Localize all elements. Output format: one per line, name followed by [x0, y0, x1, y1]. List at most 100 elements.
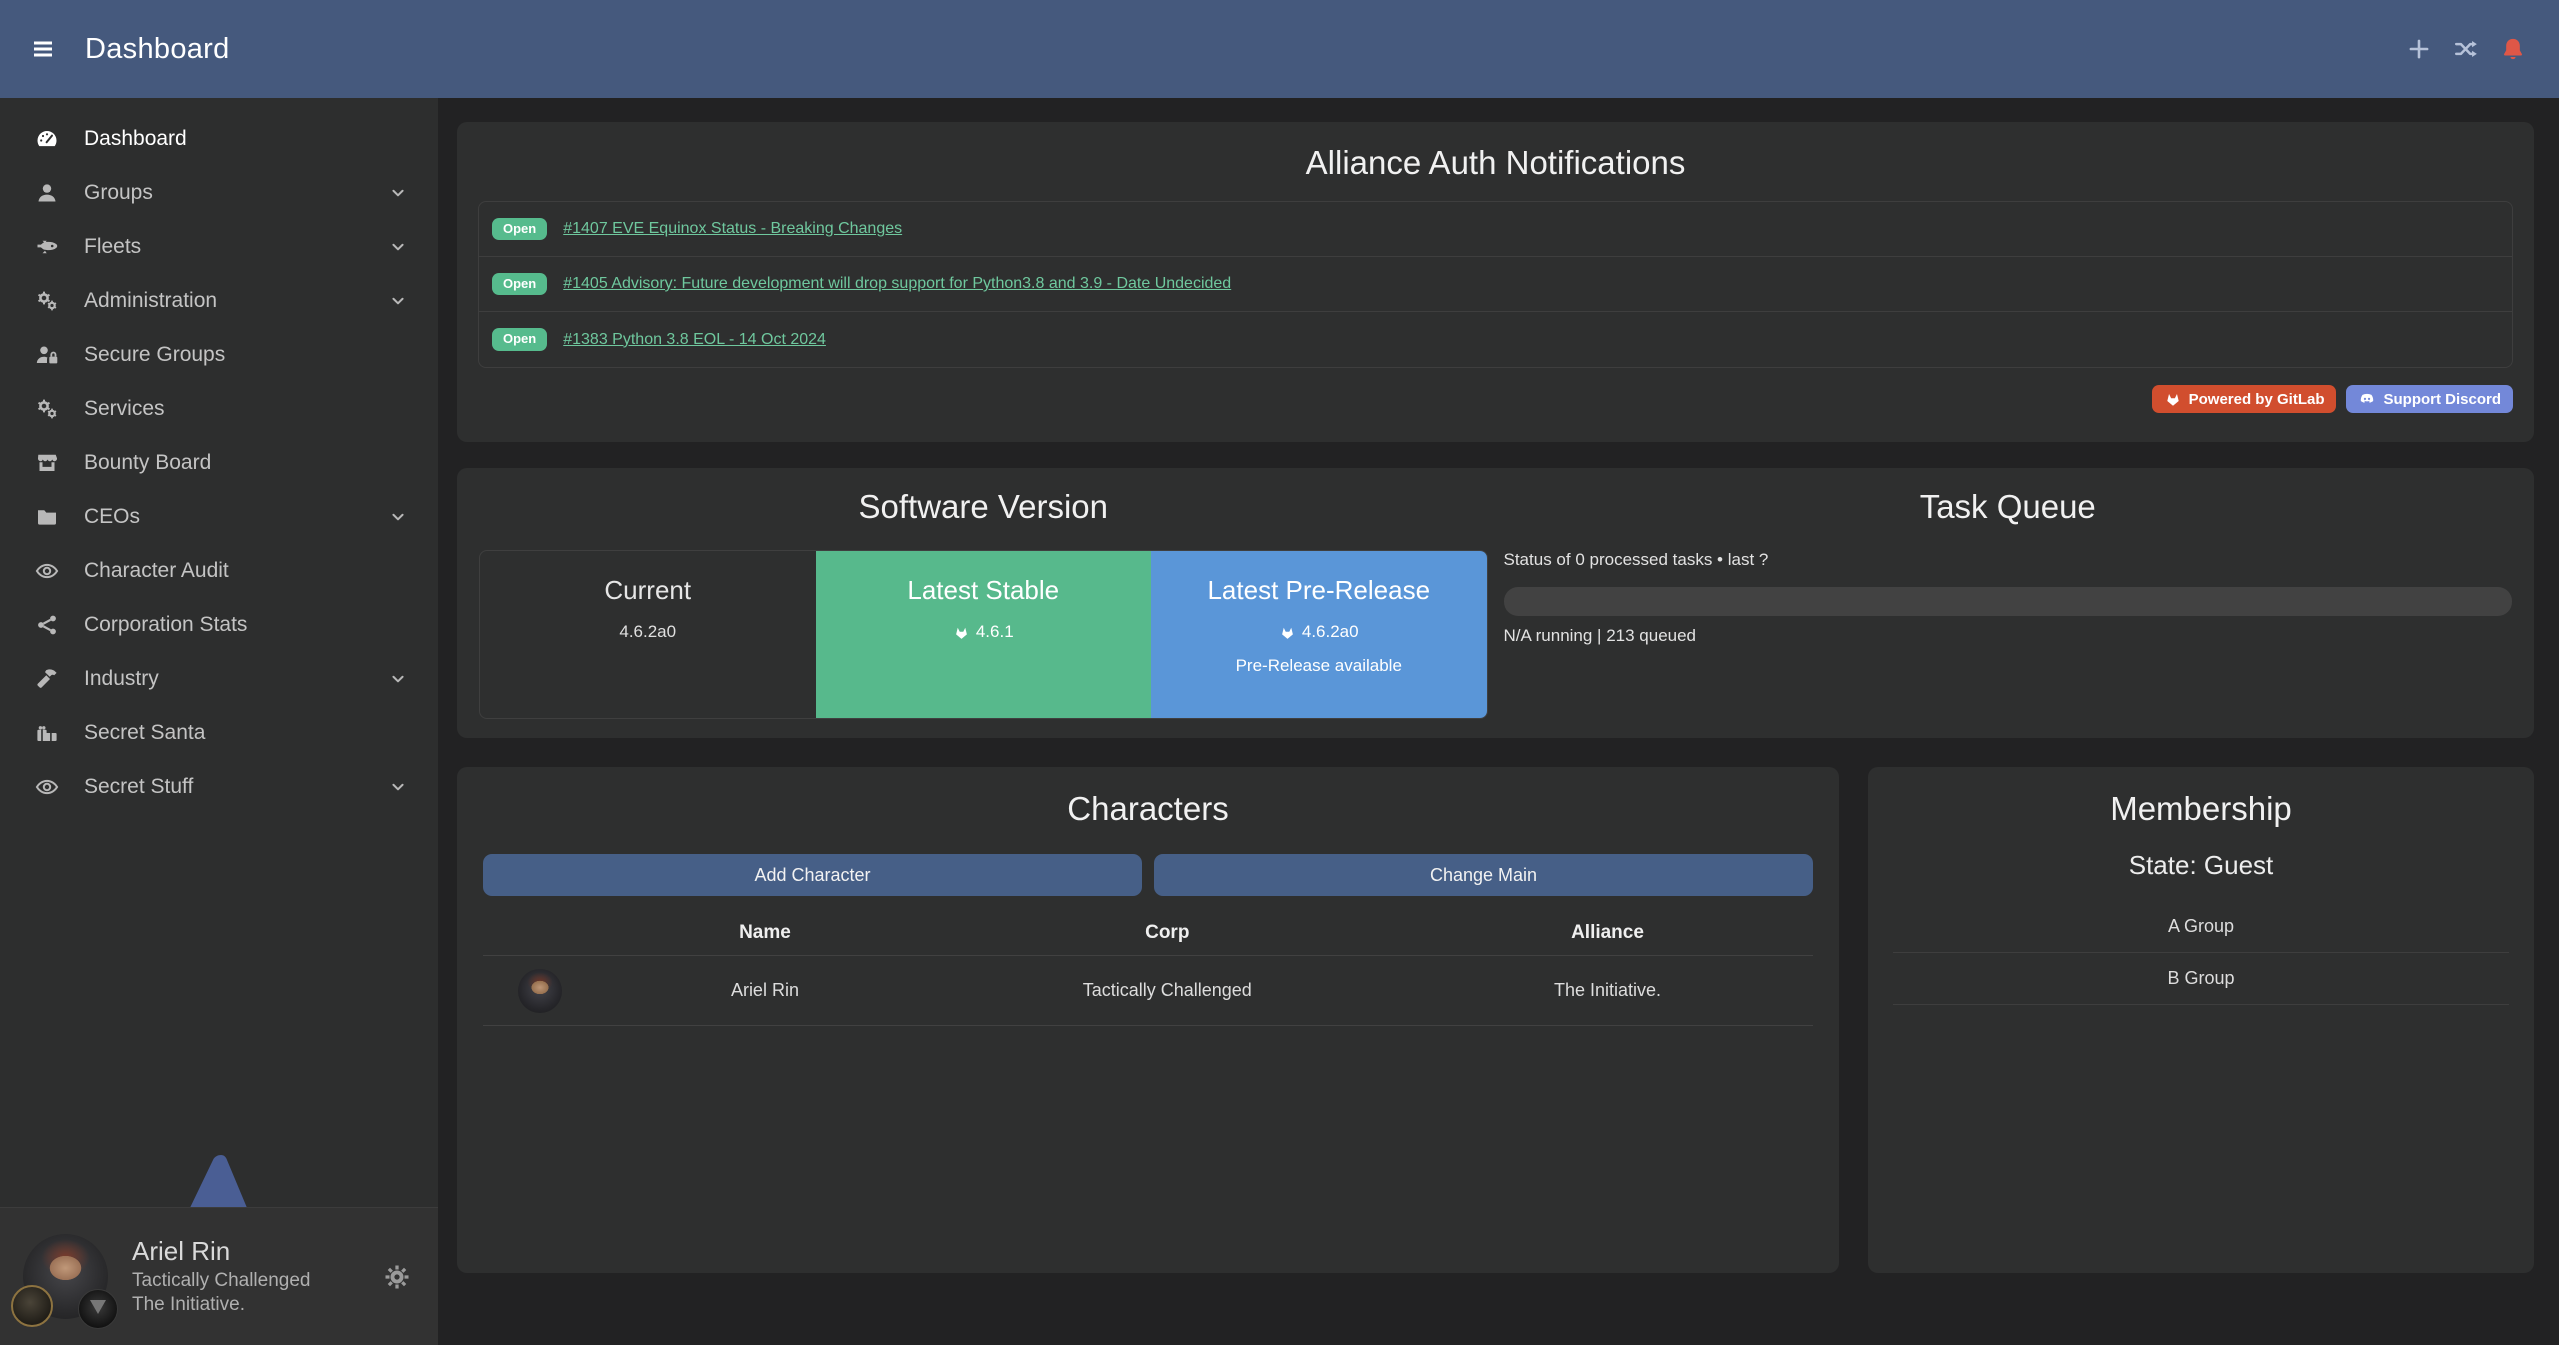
sidebar-user-panel: Ariel Rin Tactically Challenged The Init…: [0, 1207, 438, 1345]
notification-link[interactable]: #1383 Python 3.8 EOL - 14 Oct 2024: [563, 331, 826, 349]
characters-panel: Characters Add Character Change Main Nam…: [457, 767, 1839, 1273]
navbar-actions: [2406, 36, 2526, 62]
sidebar-item-corporation-stats[interactable]: Corporation Stats: [0, 598, 438, 652]
characters-table-header: Name Corp Alliance: [483, 910, 1813, 956]
sidebar-item-secure-groups[interactable]: Secure Groups: [0, 328, 438, 382]
col-name: Name: [597, 922, 932, 944]
notification-row: Open #1383 Python 3.8 EOL - 14 Oct 2024: [479, 312, 2512, 367]
corp-logo-badge: [11, 1285, 53, 1327]
user-alliance: The Initiative.: [132, 1293, 311, 1318]
prerelease-note: Pre-Release available: [1151, 656, 1487, 676]
user-icon: [30, 181, 64, 205]
sidebar-menu: Dashboard Groups Fleets Administration S…: [0, 98, 438, 814]
spaceship-icon: [30, 235, 64, 259]
sidebar-item-secret-santa[interactable]: Secret Santa: [0, 706, 438, 760]
user-corp: Tactically Challenged: [132, 1269, 311, 1294]
sidebar-item-character-audit[interactable]: Character Audit: [0, 544, 438, 598]
notification-link[interactable]: #1405 Advisory: Future development will …: [563, 275, 1231, 293]
character-buttons: Add Character Change Main: [483, 854, 1813, 896]
software-taskqueue-panel: Software Version Current 4.6.2a0 Latest …: [457, 468, 2534, 738]
share-icon: [30, 613, 64, 637]
character-alliance: The Initiative.: [1402, 980, 1813, 1001]
version-current-cell: Current 4.6.2a0: [480, 551, 816, 718]
membership-groups: A Group B Group: [1893, 901, 2509, 1005]
gifts-icon: [30, 721, 64, 745]
main-content: Alliance Auth Notifications Open #1407 E…: [438, 98, 2559, 1345]
chevron-down-icon: [388, 237, 408, 257]
character-name: Ariel Rin: [597, 980, 932, 1001]
sidebar-item-administration[interactable]: Administration: [0, 274, 438, 328]
chevron-down-icon: [388, 777, 408, 797]
alliance-auth-notifications-panel: Alliance Auth Notifications Open #1407 E…: [457, 122, 2534, 442]
chevron-down-icon: [388, 669, 408, 689]
tachometer-icon: [30, 127, 64, 151]
character-corp: Tactically Challenged: [933, 980, 1402, 1001]
change-main-shuffle-icon[interactable]: [2453, 36, 2479, 62]
notifications-title: Alliance Auth Notifications: [478, 144, 2513, 182]
software-version-section: Software Version Current 4.6.2a0 Latest …: [479, 486, 1488, 720]
col-alliance: Alliance: [1402, 922, 1813, 944]
discord-icon: [2358, 390, 2376, 408]
version-table: Current 4.6.2a0 Latest Stable 4.6.1 Late…: [479, 550, 1488, 719]
sidebar-item-dashboard[interactable]: Dashboard: [0, 112, 438, 166]
status-badge: Open: [492, 328, 547, 350]
add-character-icon[interactable]: [2406, 36, 2432, 62]
sidebar-item-fleets[interactable]: Fleets: [0, 220, 438, 274]
notification-row: Open #1405 Advisory: Future development …: [479, 257, 2512, 312]
menu-toggle-icon[interactable]: [28, 37, 58, 61]
notification-link[interactable]: #1407 EVE Equinox Status - Breaking Chan…: [563, 220, 902, 238]
task-progress-bar: [1504, 587, 2513, 616]
gitlab-icon: [1279, 624, 1296, 641]
gears-icon: [30, 289, 64, 313]
sidebar-item-bounty-board[interactable]: Bounty Board: [0, 436, 438, 490]
sidebar-item-ceos[interactable]: CEOs: [0, 490, 438, 544]
membership-state: State: Guest: [1893, 850, 2509, 881]
chevron-down-icon: [388, 291, 408, 311]
eye-icon: [30, 559, 64, 583]
user-avatar-group: [23, 1234, 108, 1319]
characters-title: Characters: [483, 790, 1813, 828]
gitlab-icon: [953, 624, 970, 641]
membership-title: Membership: [1893, 790, 2509, 828]
sidebar-item-services[interactable]: Services: [0, 382, 438, 436]
sidebar-item-groups[interactable]: Groups: [0, 166, 438, 220]
eye-icon: [30, 775, 64, 799]
version-prerelease-cell: Latest Pre-Release 4.6.2a0 Pre-Release a…: [1151, 551, 1487, 718]
notifications-bell-icon[interactable]: [2500, 36, 2526, 62]
list-item: B Group: [1893, 953, 2509, 1005]
chevron-down-icon: [388, 507, 408, 527]
list-item: A Group: [1893, 901, 2509, 953]
task-queue-section: Task Queue Status of 0 processed tasks •…: [1504, 486, 2513, 720]
notification-row: Open #1407 EVE Equinox Status - Breaking…: [479, 202, 2512, 257]
store-icon: [30, 451, 64, 475]
user-lock-icon: [30, 343, 64, 367]
top-navbar: Dashboard: [0, 0, 2559, 98]
character-portrait: [518, 969, 562, 1013]
user-name: Ariel Rin: [132, 1235, 311, 1269]
support-discord-badge[interactable]: Support Discord: [2346, 385, 2513, 413]
version-stable-cell: Latest Stable 4.6.1: [816, 551, 1152, 718]
change-main-button[interactable]: Change Main: [1154, 854, 1813, 896]
task-queue-title: Task Queue: [1504, 488, 2513, 526]
bottom-row: Characters Add Character Change Main Nam…: [457, 767, 2534, 1273]
sidebar-item-industry[interactable]: Industry: [0, 652, 438, 706]
col-corp: Corp: [933, 922, 1402, 944]
gitlab-icon: [2164, 390, 2182, 408]
characters-table: Name Corp Alliance Ariel Rin Tactically …: [483, 910, 1813, 1026]
task-queue-counts: N/A running | 213 queued: [1504, 626, 2513, 646]
notifications-list: Open #1407 EVE Equinox Status - Breaking…: [478, 201, 2513, 368]
user-settings-gear-icon[interactable]: [382, 1262, 412, 1292]
status-badge: Open: [492, 218, 547, 240]
sidebar-item-secret-stuff[interactable]: Secret Stuff: [0, 760, 438, 814]
external-badges: Powered by GitLab Support Discord: [478, 385, 2513, 413]
powered-by-gitlab-badge[interactable]: Powered by GitLab: [2152, 385, 2337, 413]
chevron-down-icon: [388, 183, 408, 203]
task-queue-status: Status of 0 processed tasks • last ?: [1504, 550, 2513, 570]
add-character-button[interactable]: Add Character: [483, 854, 1142, 896]
folder-icon: [30, 505, 64, 529]
status-badge: Open: [492, 273, 547, 295]
hammer-icon: [30, 667, 64, 691]
user-info: Ariel Rin Tactically Challenged The Init…: [132, 1235, 311, 1318]
page-title: Dashboard: [85, 33, 230, 66]
gears-icon: [30, 397, 64, 421]
